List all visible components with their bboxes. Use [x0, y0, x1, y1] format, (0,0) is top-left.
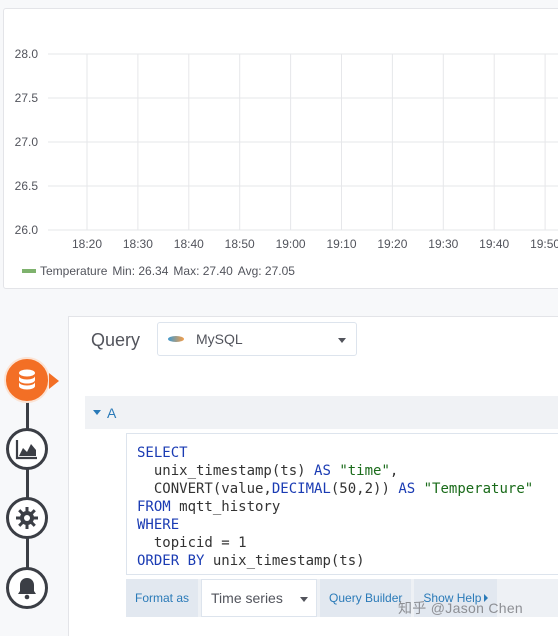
datasource-name: MySQL: [196, 331, 243, 347]
sql-token: (50,2)): [330, 481, 399, 497]
query-builder-label: Query Builder: [329, 591, 403, 605]
legend-min: Min: 26.34: [112, 264, 169, 278]
x-tick-label: 19:20: [377, 237, 407, 251]
sql-token: mqtt_history: [170, 499, 281, 515]
y-tick-label: 27.5: [15, 91, 39, 105]
y-tick-label: 26.0: [15, 223, 39, 237]
sql-token: ,: [389, 463, 399, 479]
sql-token: unix_timestamp(ts): [204, 553, 365, 569]
nav-queries-button[interactable]: [6, 359, 48, 401]
x-tick-label: 19:50: [530, 237, 558, 251]
y-tick-label: 27.0: [15, 135, 39, 149]
x-tick-label: 19:00: [276, 237, 306, 251]
gear-icon: [16, 507, 38, 529]
watermark: 知乎 @Jason Chen: [398, 600, 524, 616]
sql-token: CONVERT(value,: [137, 481, 272, 497]
sql-token: topicid = 1: [137, 535, 247, 551]
sql-keyword: DECIMAL: [271, 481, 331, 497]
query-row-header[interactable]: A: [85, 396, 558, 429]
query-editor-panel: Query MySQL A SELECT unix_timestamp(ts) …: [68, 316, 558, 636]
query-row-label: A: [107, 404, 117, 421]
x-tick-label: 19:30: [428, 237, 458, 251]
chart-legend: Temperature Min: 26.34 Max: 27.40 Avg: 2…: [22, 264, 300, 278]
database-icon: [19, 369, 35, 390]
x-tick-label: 18:50: [225, 237, 255, 251]
collapse-caret-icon[interactable]: [93, 410, 101, 415]
format-as-value: Time series: [211, 590, 283, 606]
sql-line: WHERE: [137, 516, 555, 534]
chevron-down-icon: [300, 597, 309, 602]
x-tick-label: 18:40: [174, 237, 204, 251]
sql-string: "Temperature": [423, 481, 534, 497]
legend-series-name[interactable]: Temperature: [40, 264, 107, 278]
sql-line: SELECT: [137, 444, 555, 462]
x-tick-label: 19:10: [326, 237, 356, 251]
nav-general-button[interactable]: [6, 497, 48, 539]
nav-visualization-button[interactable]: [6, 428, 48, 470]
y-tick-label: 26.5: [15, 179, 39, 193]
sql-keyword: AS: [398, 481, 416, 497]
sql-keyword: ORDER BY: [137, 553, 205, 569]
y-tick-label: 28.0: [15, 47, 39, 61]
sql-line: CONVERT(value,DECIMAL(50,2)) AS "Tempera…: [137, 480, 555, 498]
area-chart-icon: [15, 440, 37, 460]
legend-max: Max: 27.40: [173, 264, 233, 278]
mysql-logo-icon: [168, 334, 186, 344]
sql-token: unix_timestamp(ts): [137, 463, 315, 479]
graph-panel: 28.0 27.5 27.0 26.5 26.0 18:20 18:30 18:40 18:5…: [3, 8, 558, 289]
datasource-picker[interactable]: MySQL: [157, 322, 357, 356]
sql-line: unix_timestamp(ts) AS "time",: [137, 462, 555, 480]
legend-swatch: [22, 269, 36, 273]
x-tick-label: 18:20: [72, 237, 102, 251]
format-as-select[interactable]: Time series: [201, 579, 318, 617]
sql-keyword: SELECT: [137, 445, 188, 461]
query-title: Query: [91, 330, 141, 350]
bell-icon: [18, 578, 36, 600]
nav-alert-button[interactable]: [6, 567, 48, 609]
sql-keyword: WHERE: [137, 517, 180, 533]
nav-active-pointer: [49, 373, 59, 389]
sql-code-editor[interactable]: SELECT unix_timestamp(ts) AS "time", CON…: [126, 433, 558, 575]
sql-line: topicid = 1: [137, 534, 555, 552]
temperature-chart: 28.0 27.5 27.0 26.5 26.0 18:20 18:30 18:40 18:5…: [15, 47, 558, 251]
sql-line: ORDER BY unix_timestamp(ts): [137, 552, 555, 570]
sql-line: FROM mqtt_history: [137, 498, 555, 516]
sql-keyword: FROM: [137, 499, 171, 515]
sql-string: "time": [339, 463, 390, 479]
x-tick-label: 18:30: [123, 237, 153, 251]
legend-avg: Avg: 27.05: [237, 264, 295, 278]
sql-keyword: AS: [314, 463, 331, 479]
format-as-label: Format as: [126, 579, 199, 617]
x-tick-label: 19:40: [479, 237, 509, 251]
chevron-down-icon: [338, 338, 346, 343]
